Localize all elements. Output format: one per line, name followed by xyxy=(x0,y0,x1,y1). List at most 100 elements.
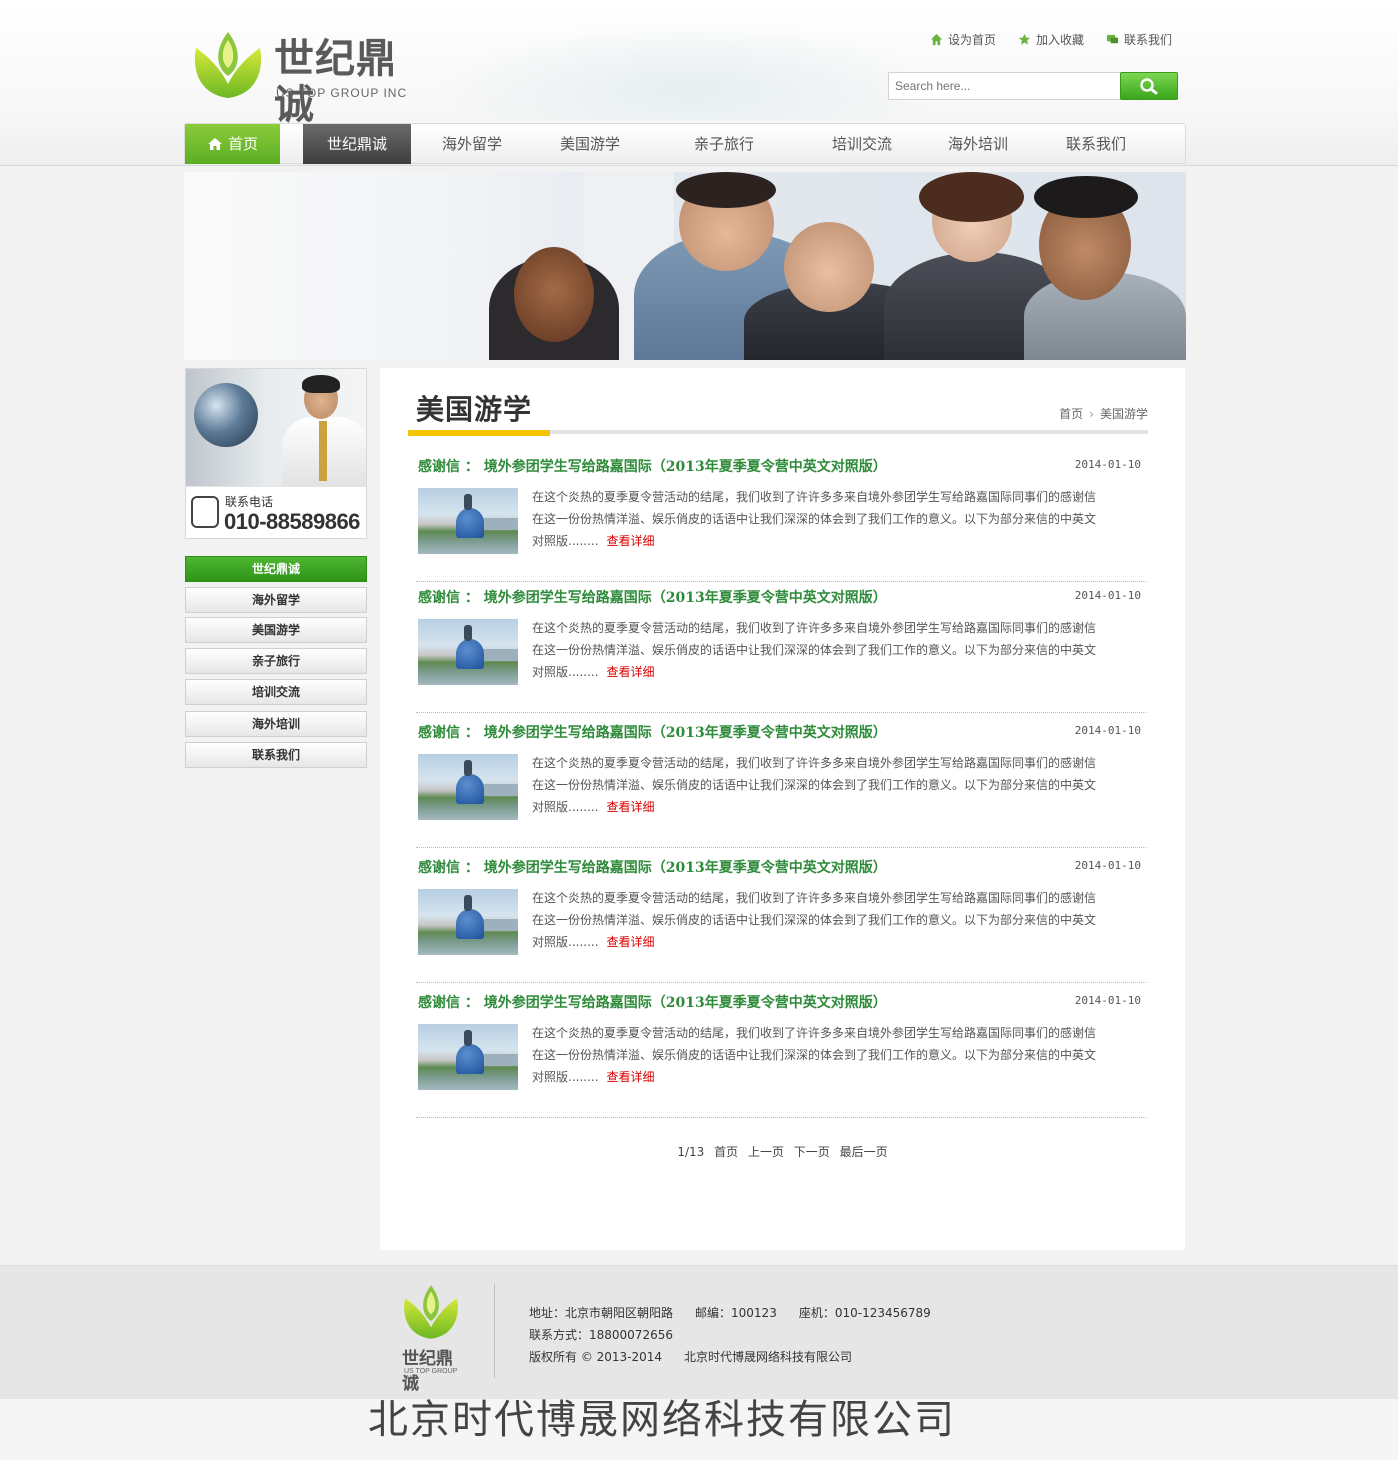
article-title[interactable]: 感谢信 ： 境外参团学生写给路嘉国际（2013年夏季夏令营中英文对照版） xyxy=(418,992,887,1012)
article-date: 2014-01-10 xyxy=(1074,724,1141,737)
bottom-brand-text: 北京时代博晟网络科技有限公司 xyxy=(368,1397,956,1443)
breadcrumb-home[interactable]: 首页 xyxy=(1059,405,1083,422)
article-thumbnail[interactable] xyxy=(418,488,518,554)
article-summary-line3: 对照版........ xyxy=(532,1070,599,1084)
article-thumbnail[interactable] xyxy=(418,754,518,820)
thumb-dome xyxy=(456,1044,484,1074)
footer-logo-leaf-icon xyxy=(404,1285,458,1339)
set-homepage-label: 设为首页 xyxy=(948,32,997,47)
breadcrumb: 首页 › 美国游学 xyxy=(1059,405,1148,422)
article-title[interactable]: 感谢信 ： 境外参团学生写给路嘉国际（2013年夏季夏令营中英文对照版） xyxy=(418,456,887,476)
last-page-link[interactable]: 最后一页 xyxy=(840,1145,888,1159)
article-summary-line2: 在这一份份热情洋溢、娱乐俏皮的话语中让我们深深的体会到了我们工作的意义。以下为部… xyxy=(532,643,1097,657)
page-title: 美国游学 xyxy=(416,393,533,426)
article-thumbnail[interactable] xyxy=(418,1024,518,1090)
footer-zipcode: 邮编：100123 xyxy=(695,1306,777,1320)
globe-image xyxy=(194,383,258,447)
sidebar-item-contact[interactable]: 联系我们 xyxy=(185,742,367,768)
article-summary-line1: 在这个炎热的夏季夏令营活动的结尾，我们收到了许许多多来自境外参团学生写给路嘉国际… xyxy=(532,621,1097,635)
footer-logo: 世纪鼎诚 US TOP GROUP INC xyxy=(398,1282,468,1394)
article-summary-line1: 在这个炎热的夏季夏令营活动的结尾，我们收到了许许多多来自境外参团学生写给路嘉国际… xyxy=(532,490,1097,504)
breadcrumb-current[interactable]: 美国游学 xyxy=(1100,405,1148,422)
contact-us-link[interactable]: 联系我们 xyxy=(1106,30,1172,48)
nav-item-study-abroad[interactable]: 海外留学 xyxy=(417,124,527,164)
article-summary-line1: 在这个炎热的夏季夏令营活动的结尾，我们收到了许许多多来自境外参团学生写给路嘉国际… xyxy=(532,756,1097,770)
sidebar-item-about[interactable]: 世纪鼎诚 xyxy=(185,556,367,582)
footer-divider xyxy=(494,1284,495,1378)
banner-face-3 xyxy=(784,222,874,312)
read-more-link[interactable]: 查看详细 xyxy=(607,800,655,814)
prev-page-link[interactable]: 上一页 xyxy=(748,1145,784,1159)
article-summary: 在这个炎热的夏季夏令营活动的结尾，我们收到了许许多多来自境外参团学生写给路嘉国际… xyxy=(532,752,1112,818)
article-summary: 在这个炎热的夏季夏令营活动的结尾，我们收到了许许多多来自境外参团学生写给路嘉国际… xyxy=(532,1022,1112,1088)
article-summary-line2: 在这一份份热情洋溢、娱乐俏皮的话语中让我们深深的体会到了我们工作的意义。以下为部… xyxy=(532,512,1097,526)
search-input[interactable] xyxy=(888,72,1122,100)
article-thumbnail[interactable] xyxy=(418,619,518,685)
top-links: 设为首页 加入收藏 联系我们 xyxy=(930,30,1172,48)
footer-copyright: 版权所有 © 2013-2014 xyxy=(529,1350,663,1364)
article-title[interactable]: 感谢信 ： 境外参团学生写给路嘉国际（2013年夏季夏令营中英文对照版） xyxy=(418,857,887,877)
search-icon xyxy=(1140,78,1158,95)
footer-logo-subtitle: US TOP GROUP INC xyxy=(404,1368,458,1382)
read-more-link[interactable]: 查看详细 xyxy=(607,1070,655,1084)
nav-item-us-study-tour[interactable]: 美国游学 xyxy=(535,124,645,164)
contact-card-photo xyxy=(186,369,366,487)
contact-card: 联系电话 010-88589866 xyxy=(185,368,367,539)
nav-item-home[interactable]: 首页 xyxy=(185,124,280,164)
list-item: 感谢信 ： 境外参团学生写给路嘉国际（2013年夏季夏令营中英文对照版） 201… xyxy=(416,456,1146,582)
read-more-link[interactable]: 查看详细 xyxy=(607,935,655,949)
article-date: 2014-01-10 xyxy=(1074,859,1141,872)
pagination: 1/13 首页 上一页 下一页 最后一页 xyxy=(380,1143,1185,1160)
sidebar-item-study-abroad[interactable]: 海外留学 xyxy=(185,587,367,613)
thumb-building xyxy=(478,518,518,530)
article-summary: 在这个炎热的夏季夏令营活动的结尾，我们收到了许许多多来自境外参团学生写给路嘉国际… xyxy=(532,486,1112,552)
thumb-statue xyxy=(464,494,472,510)
article-summary-line1: 在这个炎热的夏季夏令营活动的结尾，我们收到了许许多多来自境外参团学生写给路嘉国际… xyxy=(532,891,1097,905)
list-item: 感谢信 ： 境外参团学生写给路嘉国际（2013年夏季夏令营中英文对照版） 201… xyxy=(416,857,1146,983)
add-favorite-link[interactable]: 加入收藏 xyxy=(1018,30,1084,48)
contact-us-label: 联系我们 xyxy=(1124,32,1173,47)
article-thumbnail[interactable] xyxy=(418,889,518,955)
banner-hair-4 xyxy=(919,172,1024,222)
nav-item-training-exchange[interactable]: 培训交流 xyxy=(807,124,917,164)
nav-item-family-travel[interactable]: 亲子旅行 xyxy=(669,124,779,164)
list-item: 感谢信 ： 境外参团学生写给路嘉国际（2013年夏季夏令营中英文对照版） 201… xyxy=(416,992,1146,1118)
sidebar-item-family-travel[interactable]: 亲子旅行 xyxy=(185,648,367,674)
first-page-link[interactable]: 首页 xyxy=(714,1145,738,1159)
thumb-dome xyxy=(456,774,484,804)
sidebar-item-us-study-tour[interactable]: 美国游学 xyxy=(185,617,367,643)
read-more-link[interactable]: 查看详细 xyxy=(607,534,655,548)
businessman-tie xyxy=(319,421,327,481)
contact-phone-label: 联系电话 xyxy=(225,495,274,509)
article-summary-line2: 在这一份份热情洋溢、娱乐俏皮的话语中让我们深深的体会到了我们工作的意义。以下为部… xyxy=(532,913,1097,927)
nav-item-contact[interactable]: 联系我们 xyxy=(1041,124,1151,164)
article-summary-line2: 在这一份份热情洋溢、娱乐俏皮的话语中让我们深深的体会到了我们工作的意义。以下为部… xyxy=(532,1048,1097,1062)
nav-item-about[interactable]: 世纪鼎诚 xyxy=(303,124,411,164)
footer-company: 北京时代博晟网络科技有限公司 xyxy=(684,1350,853,1364)
banner-face-1 xyxy=(514,247,594,342)
read-more-link[interactable]: 查看详细 xyxy=(607,665,655,679)
thumb-statue xyxy=(464,760,472,776)
thumb-dome xyxy=(456,508,484,538)
sidebar-item-training-exchange[interactable]: 培训交流 xyxy=(185,679,367,705)
article-summary-line3: 对照版........ xyxy=(532,534,599,548)
thumb-building xyxy=(478,1054,518,1066)
article-title[interactable]: 感谢信 ： 境外参团学生写给路嘉国际（2013年夏季夏令营中英文对照版） xyxy=(418,722,887,742)
page-info: 1/13 xyxy=(677,1145,705,1159)
set-homepage-link[interactable]: 设为首页 xyxy=(930,30,996,48)
article-title[interactable]: 感谢信 ： 境外参团学生写给路嘉国际（2013年夏季夏令营中英文对照版） xyxy=(418,587,887,607)
nav-item-overseas-training[interactable]: 海外培训 xyxy=(923,124,1033,164)
search-button[interactable] xyxy=(1120,72,1178,100)
article-date: 2014-01-10 xyxy=(1074,994,1141,1007)
next-page-link[interactable]: 下一页 xyxy=(794,1145,830,1159)
footer-address: 地址：北京市朝阳区朝阳路 xyxy=(529,1306,674,1320)
home-icon xyxy=(930,33,943,45)
thumb-statue xyxy=(464,625,472,641)
sidebar-item-overseas-training[interactable]: 海外培训 xyxy=(185,711,367,737)
banner-hair-2 xyxy=(676,172,776,208)
article-summary: 在这个炎热的夏季夏令营活动的结尾，我们收到了许许多多来自境外参团学生写给路嘉国际… xyxy=(532,887,1112,953)
main-content: 美国游学 首页 › 美国游学 感谢信 ： 境外参团学生写给路嘉国际（2013年夏… xyxy=(380,368,1185,1250)
thumb-statue xyxy=(464,1030,472,1046)
list-item: 感谢信 ： 境外参团学生写给路嘉国际（2013年夏季夏令营中英文对照版） 201… xyxy=(416,722,1146,848)
logo[interactable]: 世纪鼎诚 US TOP GROUP INC xyxy=(190,28,420,128)
